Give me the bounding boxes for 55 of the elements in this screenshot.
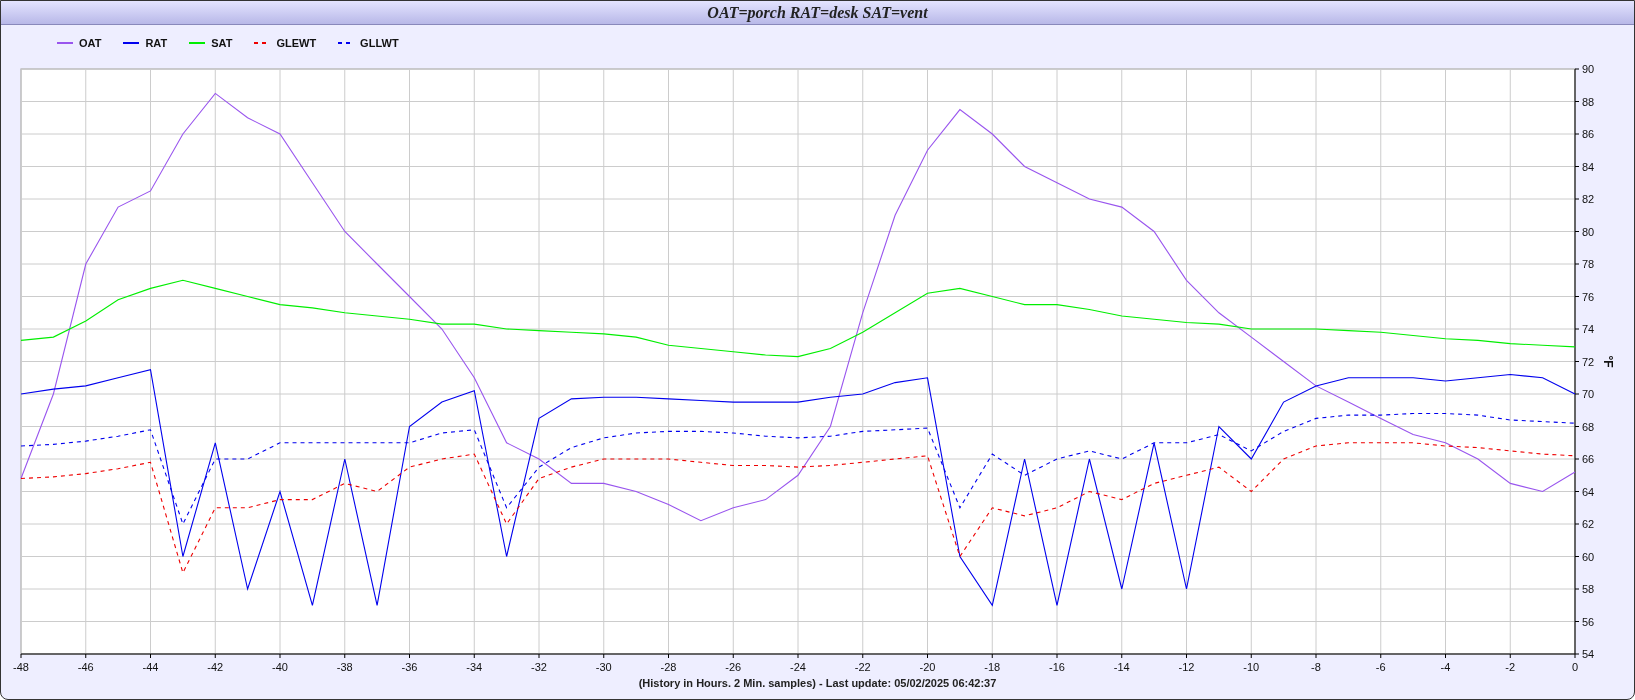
x-tick-label: -32 [531, 661, 547, 673]
y-tick-label: 66 [1582, 453, 1595, 465]
y-tick-label: 80 [1582, 225, 1595, 238]
x-tick-label: -38 [336, 661, 353, 673]
y-tick-label: 72 [1582, 355, 1595, 368]
y-tick-label: 68 [1582, 420, 1595, 433]
x-tick-label: -30 [595, 661, 612, 673]
legend-label: GLEWT [276, 35, 317, 51]
y-tick-label: 62 [1582, 518, 1595, 530]
y-tick-label: 74 [1582, 323, 1595, 335]
y-tick-label: 84 [1582, 160, 1595, 173]
legend-label: OAT [79, 35, 102, 51]
x-tick-label: -10 [1243, 661, 1260, 673]
x-tick-label: 0 [1571, 661, 1579, 673]
y-tick-label: 88 [1582, 95, 1595, 108]
x-tick-label: -16 [1049, 661, 1065, 673]
x-tick-label: -34 [466, 661, 483, 673]
y-tick-label: 56 [1582, 615, 1595, 628]
y-tick-label: 64 [1582, 485, 1595, 498]
legend-line-icon [57, 42, 73, 44]
x-tick-label: -36 [401, 661, 418, 673]
y-tick-label: 90 [1582, 63, 1595, 75]
x-tick-label: -26 [725, 661, 742, 673]
x-tick-label: -28 [660, 661, 677, 673]
footer-caption: (History in Hours. 2 Min. samples) - Last update: 05/02/2025 06:42:37 [638, 676, 997, 691]
y-tick-label: 54 [1582, 648, 1595, 660]
y-tick-label: 86 [1582, 128, 1595, 140]
legend-line-icon [123, 42, 140, 44]
legend-label: RAT [145, 35, 168, 51]
x-tick-label: -20 [919, 661, 936, 673]
x-tick-label: -44 [142, 661, 159, 673]
legend-label: GLLWT [360, 35, 399, 51]
x-tick-label: -2 [1505, 661, 1516, 673]
x-tick-label: -22 [854, 661, 871, 673]
y-tick-label: 82 [1582, 193, 1595, 205]
y-tick-label: 70 [1582, 388, 1595, 400]
legend-line-icon [189, 42, 206, 44]
y-tick-label: 76 [1582, 290, 1595, 303]
x-tick-label: -24 [790, 661, 806, 673]
y-tick-label: 60 [1582, 550, 1595, 563]
y-axis-title: °F [1601, 355, 1615, 368]
x-tick-label: -4 [1440, 661, 1451, 673]
x-tick-label: -18 [984, 661, 1001, 673]
x-tick-label: -40 [272, 661, 288, 673]
y-tick-label: 58 [1582, 583, 1595, 595]
window-title: OAT=porch RAT=desk SAT=vent [707, 2, 928, 24]
x-tick-label: -42 [207, 661, 224, 673]
x-tick-label: -46 [77, 661, 94, 673]
x-tick-label: -8 [1311, 661, 1321, 673]
x-tick-label: -14 [1113, 661, 1130, 673]
y-tick-label: 78 [1582, 258, 1595, 270]
x-tick-label: -48 [13, 661, 29, 673]
x-tick-label: -6 [1375, 661, 1386, 673]
legend-label: SAT [211, 35, 233, 51]
x-tick-label: -12 [1178, 661, 1195, 673]
